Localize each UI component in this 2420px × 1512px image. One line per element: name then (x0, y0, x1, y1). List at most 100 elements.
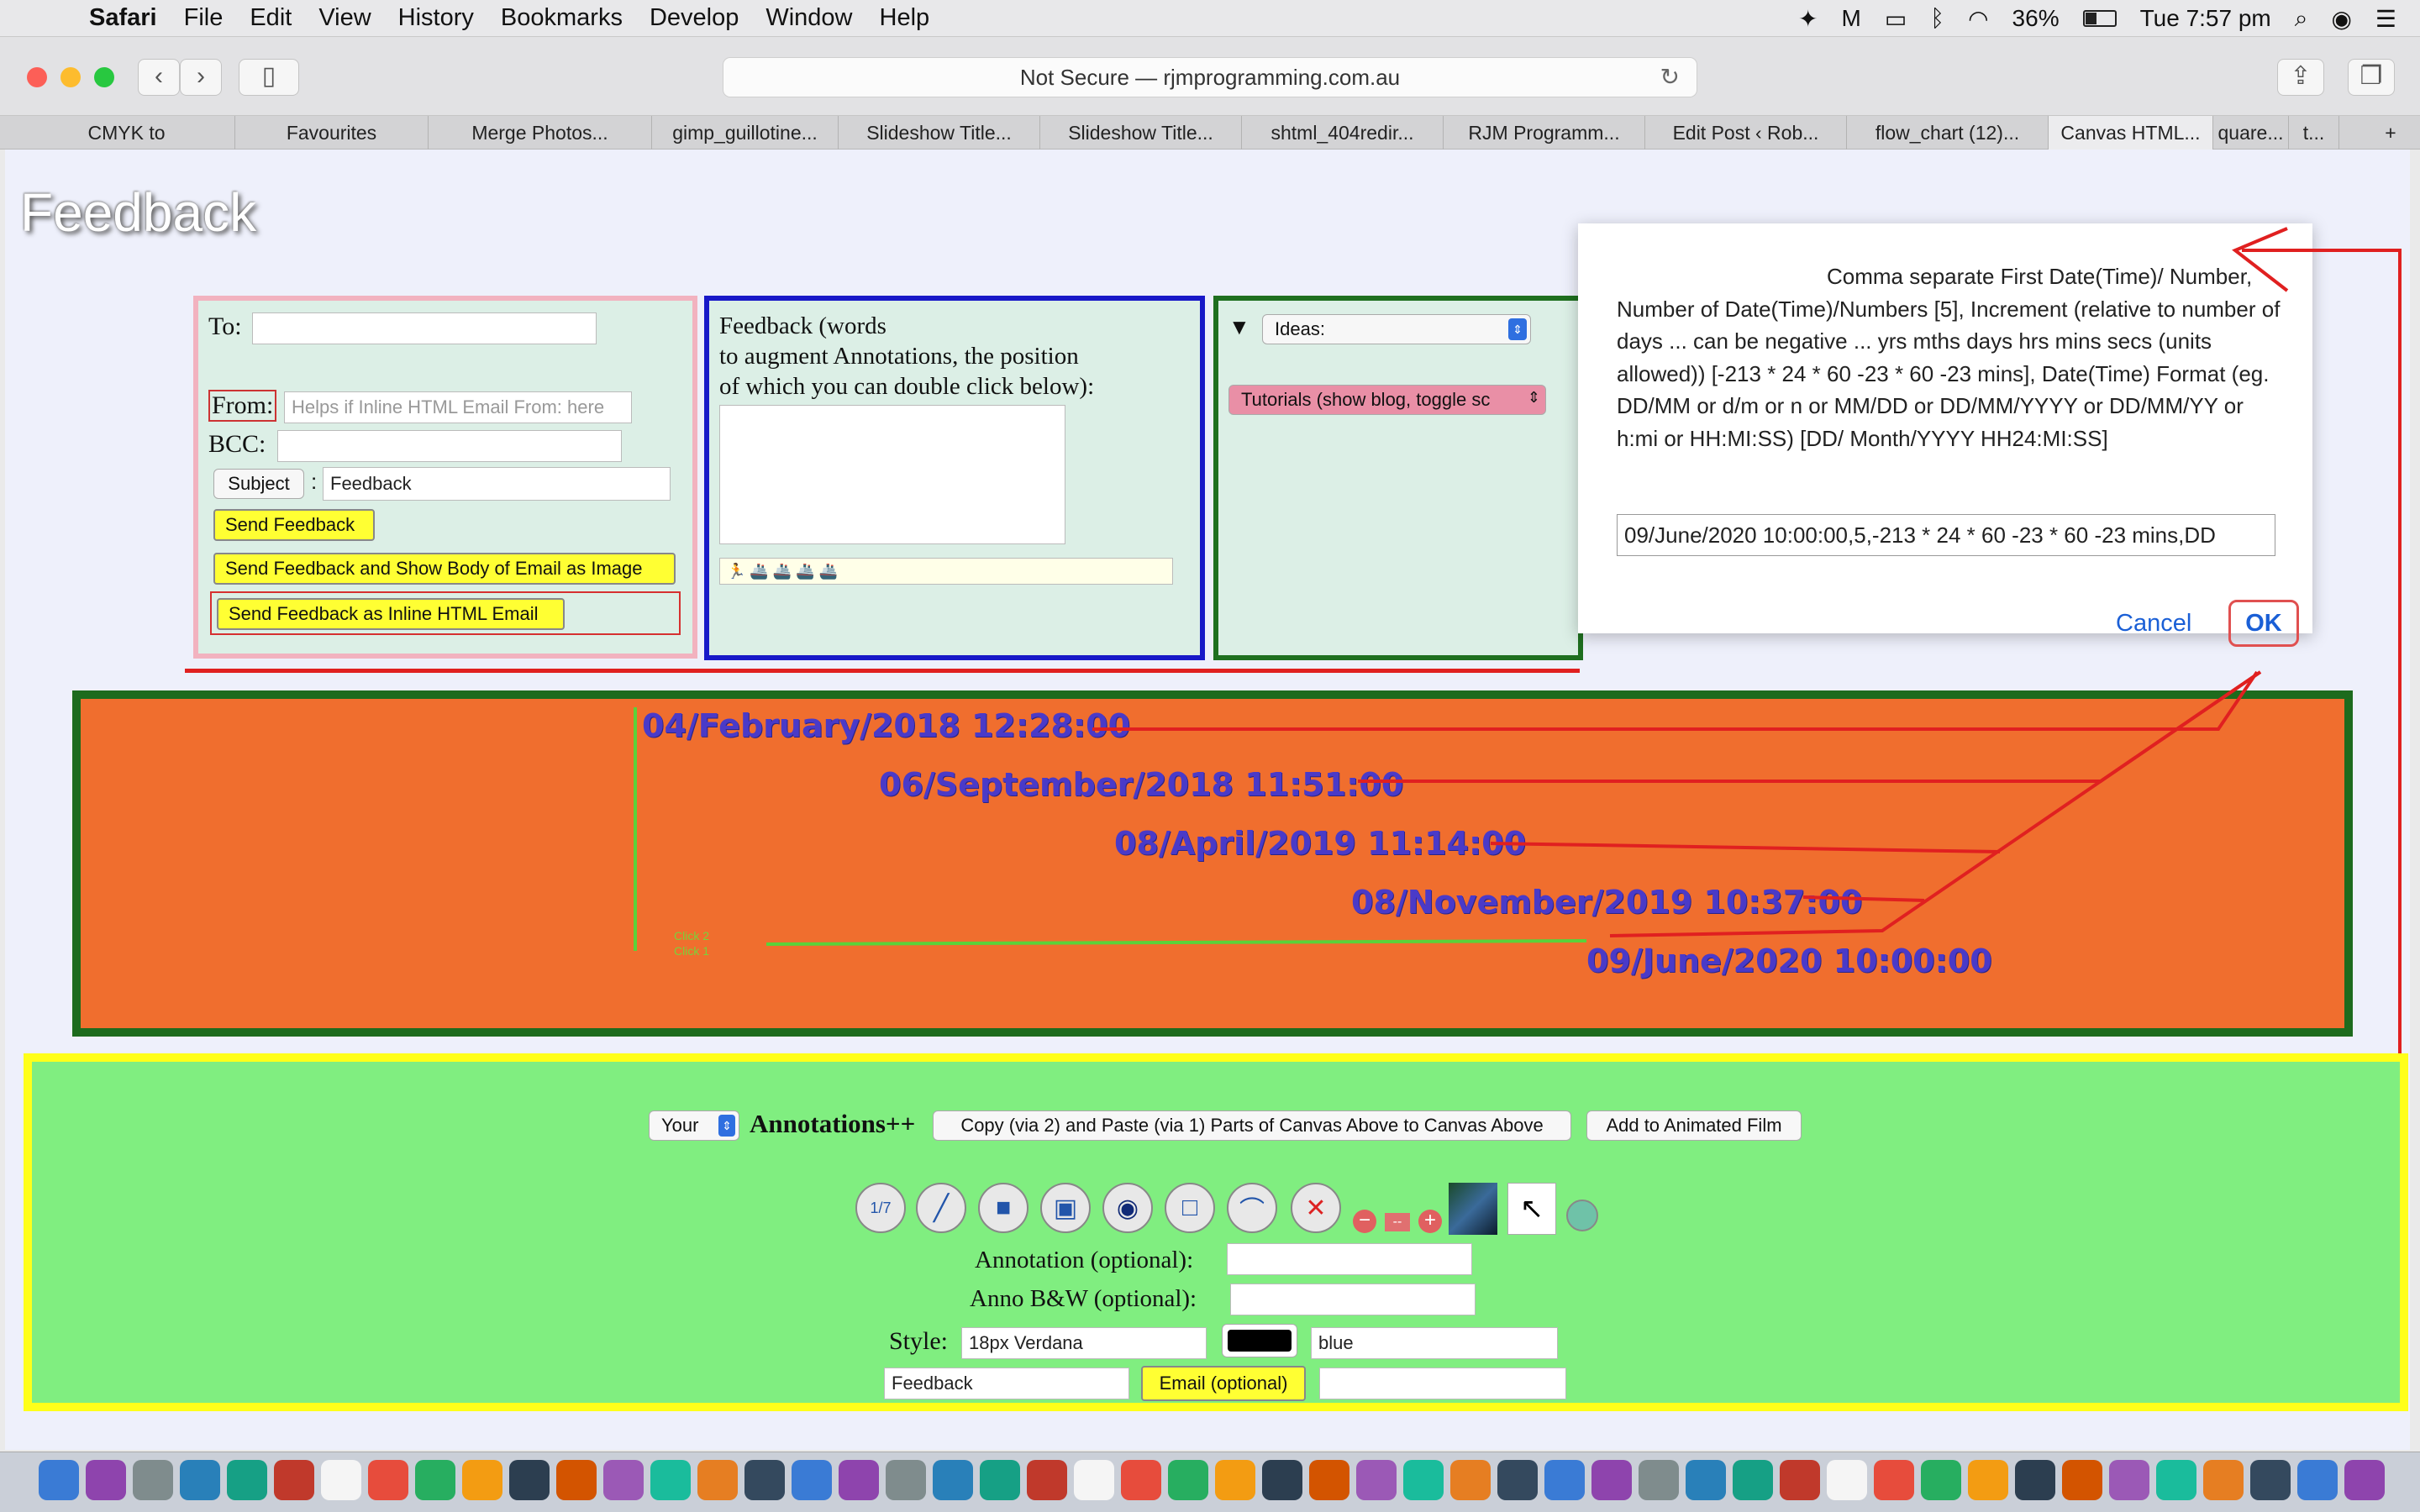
numbering-tool-icon[interactable]: 1/7 (855, 1183, 906, 1233)
dock-app-icon[interactable] (1968, 1460, 2008, 1500)
subject-button[interactable]: Subject (213, 469, 304, 499)
dock-app-icon[interactable] (1639, 1460, 1679, 1500)
rect-outline-tool-icon[interactable]: □ (1165, 1183, 1215, 1233)
battery-icon[interactable] (2082, 10, 2117, 27)
tab-slideshow-title-2[interactable]: Slideshow Title... (1040, 116, 1242, 150)
dock-app-icon[interactable] (1827, 1460, 1867, 1500)
subject-input[interactable]: Feedback (323, 467, 671, 501)
circle-tool-icon[interactable]: ◉ (1102, 1183, 1153, 1233)
dock-app-icon[interactable] (2250, 1460, 2291, 1500)
curve-tool-icon[interactable]: ⌒ (1227, 1183, 1277, 1233)
tab-square[interactable]: quare... (2213, 116, 2289, 150)
style-input[interactable]: 18px Verdana (961, 1327, 1207, 1359)
dock-app-icon[interactable] (839, 1460, 879, 1500)
feedback-textarea[interactable] (719, 405, 1065, 544)
menubar-clock[interactable]: Tue 7:57 pm (2140, 5, 2271, 32)
zoom-in-icon[interactable]: + (1418, 1210, 1442, 1233)
show-tabs-button[interactable]: ❐ (2348, 59, 2395, 96)
forward-button[interactable]: › (180, 59, 222, 96)
dock-app-icon[interactable] (1168, 1460, 1208, 1500)
triangle-down-icon[interactable]: ▼ (1228, 314, 1250, 340)
dock-app-icon[interactable] (133, 1460, 173, 1500)
send-feedback-image-button[interactable]: Send Feedback and Show Body of Email as … (213, 553, 676, 585)
dock-app-icon[interactable] (886, 1460, 926, 1500)
tab-edit-post[interactable]: Edit Post ‹ Rob... (1645, 116, 1847, 150)
gmail-icon[interactable]: M (1842, 5, 1861, 32)
dock-app-icon[interactable] (1027, 1460, 1067, 1500)
dock-app-icon[interactable] (1591, 1460, 1632, 1500)
tab-rjm-programming[interactable]: RJM Programm... (1444, 116, 1645, 150)
dialog-cancel-button[interactable]: Cancel (2116, 610, 2191, 638)
menu-bookmarks[interactable]: Bookmarks (501, 4, 623, 32)
dock-app-icon[interactable] (933, 1460, 973, 1500)
dock-app-icon[interactable] (603, 1460, 644, 1500)
send-feedback-button[interactable]: Send Feedback (213, 509, 375, 541)
reload-icon[interactable]: ↻ (1660, 63, 1680, 91)
menu-help[interactable]: Help (880, 4, 930, 32)
sidebar-toggle-button[interactable]: ▯ (239, 59, 299, 96)
add-animated-film-button[interactable]: Add to Animated Film (1586, 1110, 1802, 1141)
siri-icon[interactable]: ◉ (2331, 5, 2351, 33)
your-select[interactable]: Your ⇕ (649, 1110, 739, 1141)
address-bar[interactable]: Not Secure — rjmprogramming.com.au ↻ (723, 57, 1697, 97)
dock-app-icon[interactable] (180, 1460, 220, 1500)
tab-gimp-guillotine[interactable]: gimp_guillotine... (652, 116, 839, 150)
dock-app-icon[interactable] (744, 1460, 785, 1500)
dock-app-icon[interactable] (1356, 1460, 1397, 1500)
send-inline-html-button[interactable]: Send Feedback as Inline HTML Email (217, 598, 565, 630)
image-thumbnail-icon[interactable] (1449, 1183, 1497, 1235)
menu-window[interactable]: Window (765, 4, 852, 32)
dock-app-icon[interactable] (1403, 1460, 1444, 1500)
annotation-canvas[interactable] (72, 690, 2353, 1037)
dock-app-icon[interactable] (1215, 1460, 1255, 1500)
dock-app-icon[interactable] (1780, 1460, 1820, 1500)
airplay-icon[interactable]: ▭ (1885, 5, 1907, 33)
menu-view[interactable]: View (318, 4, 371, 32)
extension-icon[interactable]: ✦ (1798, 5, 1818, 33)
delete-tool-icon[interactable]: ✕ (1291, 1183, 1341, 1233)
dock-app-icon[interactable] (509, 1460, 550, 1500)
dock-app-icon[interactable] (792, 1460, 832, 1500)
tab-canvas-html[interactable]: Canvas HTML... (2049, 116, 2213, 150)
menu-history[interactable]: History (398, 4, 474, 32)
tab-cmyk[interactable]: CMYK to (18, 116, 235, 150)
dock-app-icon[interactable] (2062, 1460, 2102, 1500)
bluetooth-icon[interactable]: ᛒ (1930, 5, 1944, 32)
tab-slideshow-title-1[interactable]: Slideshow Title... (839, 116, 1040, 150)
email-address-input[interactable] (1319, 1368, 1566, 1399)
dock-app-icon[interactable] (2203, 1460, 2244, 1500)
ideas-select[interactable]: Ideas: ⇕ (1262, 314, 1531, 344)
dock-app-icon[interactable] (980, 1460, 1020, 1500)
menu-edit[interactable]: Edit (250, 4, 292, 32)
dock-app-icon[interactable] (1309, 1460, 1349, 1500)
dock-app-icon[interactable] (1733, 1460, 1773, 1500)
dock-app-icon[interactable] (1121, 1460, 1161, 1500)
dialog-input[interactable]: 09/June/2020 10:00:00,5,-213 * 24 * 60 -… (1617, 514, 2275, 556)
color-picker[interactable] (1222, 1324, 1297, 1357)
to-input[interactable] (252, 312, 597, 344)
close-window-button[interactable] (27, 67, 47, 87)
dock-app-icon[interactable] (650, 1460, 691, 1500)
dock-app-icon[interactable] (2344, 1460, 2385, 1500)
dock-app-icon[interactable] (227, 1460, 267, 1500)
dialog-ok-button[interactable]: OK (2228, 600, 2299, 647)
dock-app-icon[interactable] (1544, 1460, 1585, 1500)
minimize-window-button[interactable] (60, 67, 81, 87)
zoom-window-button[interactable] (94, 67, 114, 87)
camera-icon[interactable] (1566, 1200, 1598, 1231)
dock-app-icon[interactable] (274, 1460, 314, 1500)
dock-app-icon[interactable] (2109, 1460, 2149, 1500)
tutorials-select[interactable]: Tutorials (show blog, toggle sc ⇕ (1228, 385, 1546, 415)
dock-app-icon[interactable] (86, 1460, 126, 1500)
dock-app-icon[interactable] (1497, 1460, 1538, 1500)
copy-paste-button[interactable]: Copy (via 2) and Paste (via 1) Parts of … (933, 1110, 1571, 1141)
filled-rect-tool-icon[interactable]: ■ (978, 1183, 1028, 1233)
anno-bw-input[interactable] (1230, 1284, 1476, 1315)
battery-percent[interactable]: 36% (2012, 5, 2060, 32)
dock-app-icon[interactable] (39, 1460, 79, 1500)
dock-app-icon[interactable] (697, 1460, 738, 1500)
menu-file[interactable]: File (184, 4, 224, 32)
new-tab-button[interactable]: + (2370, 116, 2412, 150)
cursor-select-icon[interactable]: ↖ (1507, 1183, 1556, 1235)
tab-favourites[interactable]: Favourites (235, 116, 429, 150)
